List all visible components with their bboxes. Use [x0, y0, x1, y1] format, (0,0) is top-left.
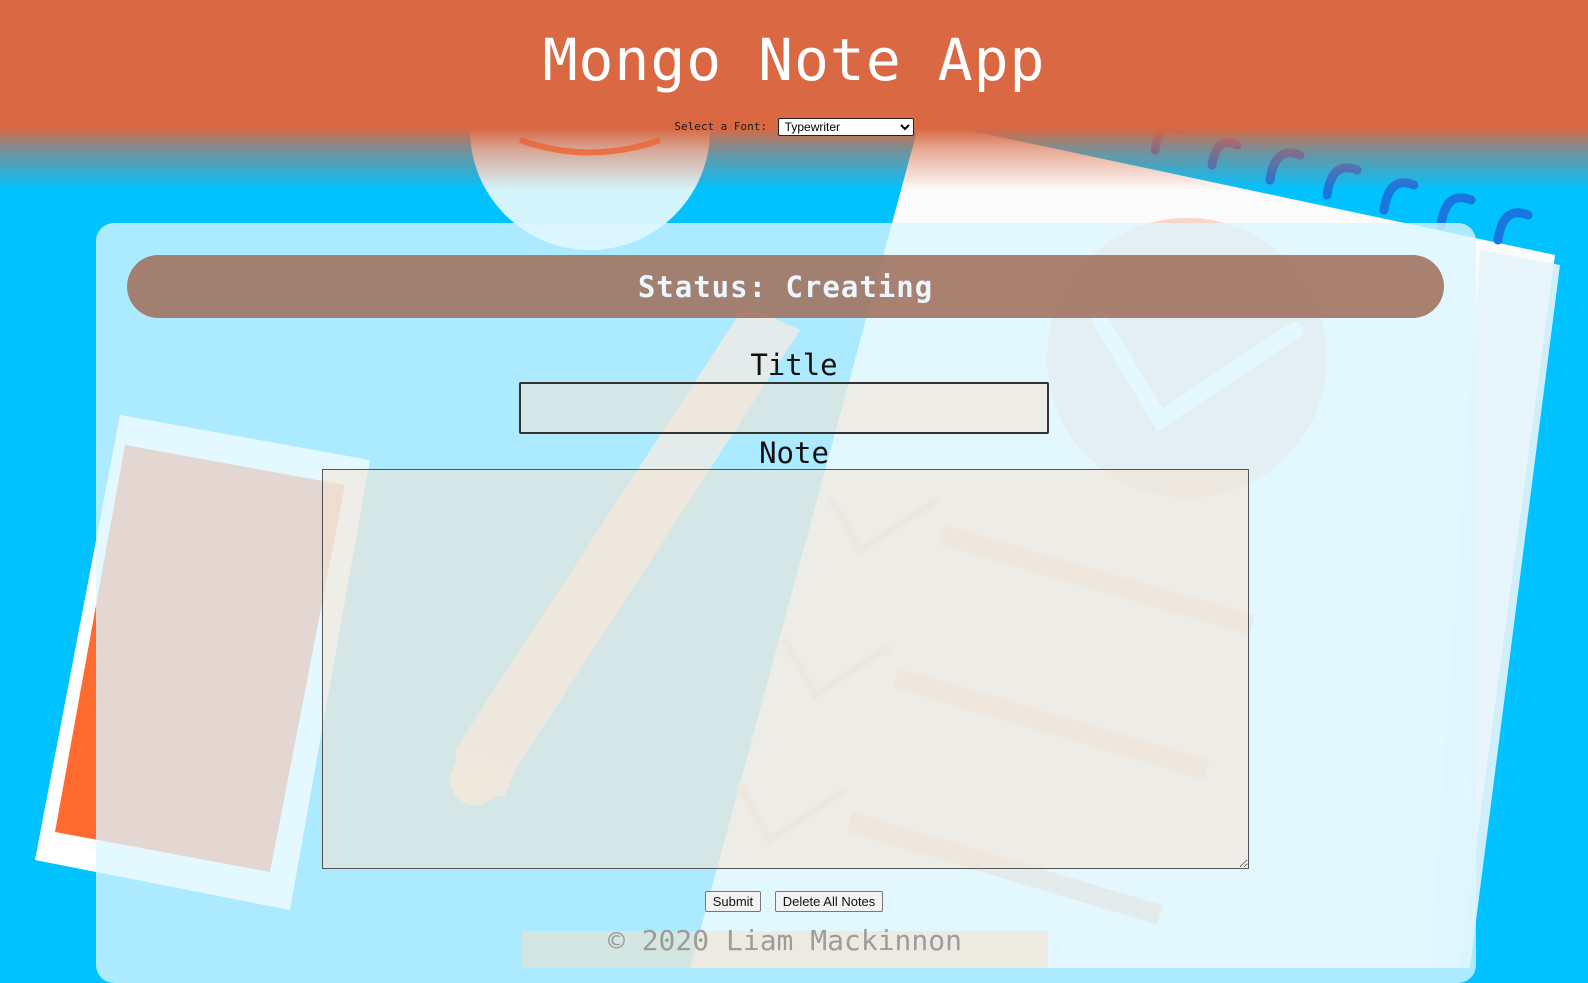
status-text: Status: Creating: [637, 269, 934, 304]
title-label: Title: [750, 348, 838, 382]
status-bar: Status: Creating: [127, 255, 1444, 318]
delete-all-notes-button[interactable]: Delete All Notes: [774, 891, 884, 912]
copyright-text: © 2020 Liam Mackinnon: [607, 924, 962, 957]
footer: © 2020 Liam Mackinnon: [522, 927, 1048, 968]
note-textarea[interactable]: [322, 469, 1249, 869]
font-select-label: Select a Font:: [674, 120, 768, 133]
title-input[interactable]: [519, 382, 1049, 434]
submit-button[interactable]: Submit: [704, 891, 762, 912]
note-label: Note: [759, 436, 829, 470]
form-actions: Submit Delete All Notes: [0, 891, 1588, 912]
app-header: Mongo Note App Select a Font: Typewriter: [0, 0, 1588, 190]
font-select[interactable]: Typewriter: [777, 118, 914, 136]
font-selector-row: Select a Font: Typewriter: [0, 118, 1588, 136]
app-title: Mongo Note App: [542, 26, 1046, 94]
